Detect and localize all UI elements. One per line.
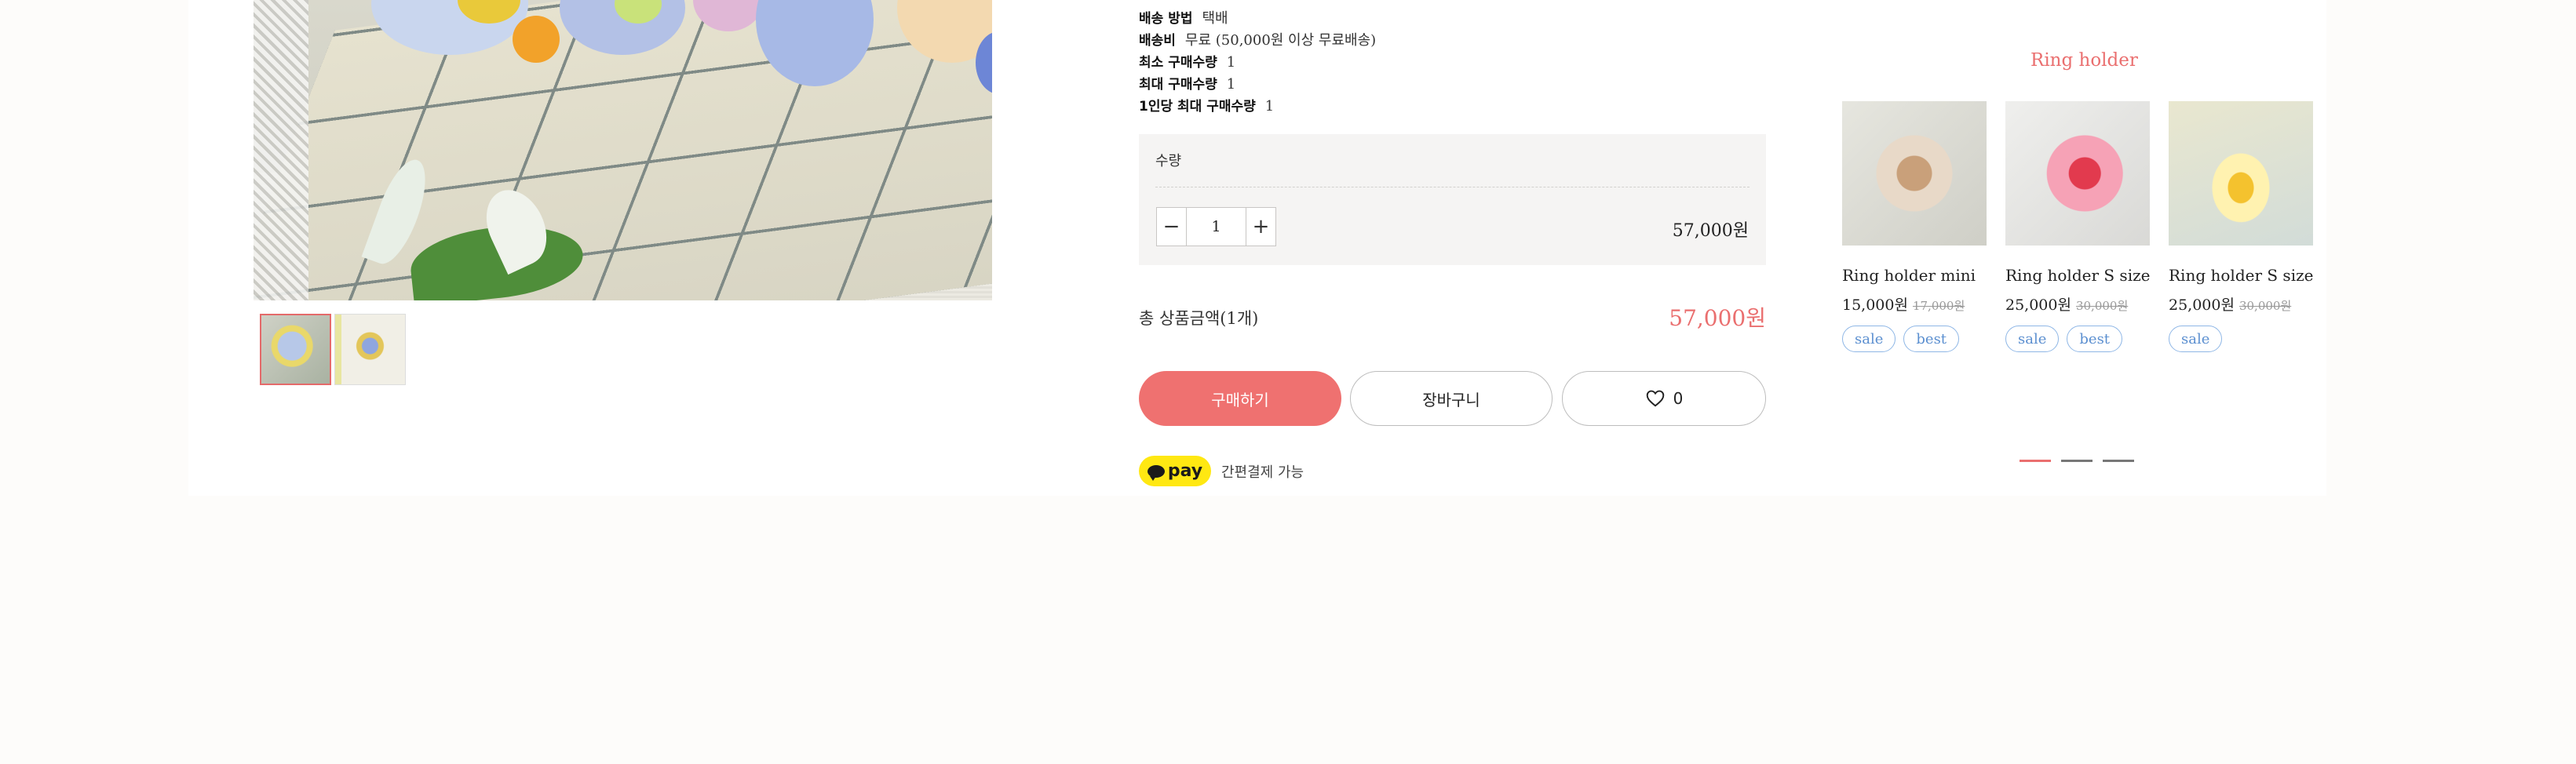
- product-main-image: [254, 0, 992, 300]
- product-original-price: 17,000원: [1912, 299, 1965, 313]
- detail-value: 1: [1226, 54, 1236, 71]
- product-prices: 25,000원 30,000원: [2169, 293, 2313, 315]
- sale-badge: sale: [1842, 326, 1896, 352]
- detail-row-per-person-max: 1인당 최대 구매수량 1: [1139, 96, 1376, 118]
- detail-row-max-quantity: 최대 구매수량 1: [1139, 74, 1376, 96]
- detail-label: 최소 구매수량: [1139, 55, 1217, 71]
- product-price: 15,000원: [1842, 297, 1908, 314]
- recommended-item[interactable]: Ring holder S size 25,000원 30,000원 sale b…: [2005, 101, 2150, 352]
- product-badges: sale best: [1842, 326, 1987, 352]
- product-image[interactable]: [2169, 101, 2313, 246]
- cart-button[interactable]: 장바구니: [1350, 371, 1553, 426]
- product-original-price: 30,000원: [2075, 299, 2129, 313]
- quantity-increase-button[interactable]: +: [1246, 208, 1275, 246]
- quantity-input[interactable]: 1: [1187, 208, 1246, 246]
- thumbnail-list: [260, 314, 406, 385]
- detail-label: 배송 방법: [1139, 11, 1193, 27]
- carousel-pagination: [2020, 460, 2134, 462]
- like-button[interactable]: 0: [1562, 371, 1766, 426]
- detail-row-min-quantity: 최소 구매수량 1: [1139, 52, 1376, 74]
- buy-button[interactable]: 구매하기: [1139, 371, 1341, 426]
- thumbnail-1[interactable]: [260, 314, 331, 385]
- product-image[interactable]: [1842, 101, 1987, 246]
- line-price: 57,000원: [1672, 221, 1749, 241]
- thumbnail-2[interactable]: [334, 314, 406, 385]
- detail-label: 최대 구매수량: [1139, 77, 1217, 93]
- chat-bubble-icon: [1147, 464, 1165, 481]
- detail-row-shipping-method: 배송 방법 택배: [1139, 8, 1376, 30]
- heart-icon: [1646, 390, 1664, 407]
- recommended-title: Ring holder: [2031, 50, 2138, 71]
- sale-badge: sale: [2005, 326, 2060, 352]
- kakao-pay-badge: pay: [1139, 456, 1211, 486]
- product-image[interactable]: [2005, 101, 2150, 246]
- detail-value: 1: [1264, 98, 1275, 115]
- product-name[interactable]: Ring holder S size: [2005, 266, 2150, 285]
- total-label: 총 상품금액(1개): [1139, 309, 1259, 328]
- quantity-box: 수량 − 1 + 57,000원: [1139, 134, 1766, 265]
- sale-badge: sale: [2169, 326, 2223, 352]
- pagination-dot-1[interactable]: [2020, 460, 2051, 462]
- total-price: 57,000원: [1669, 305, 1766, 331]
- product-badges: sale: [2169, 326, 2313, 352]
- detail-value: 무료 (50,000원 이상 무료배송): [1184, 32, 1377, 49]
- recommended-item[interactable]: Ring holder mini 15,000원 17,000원 sale bes…: [1842, 101, 1987, 352]
- pay-description: 간편결제 가능: [1221, 464, 1304, 481]
- pay-badge-label: pay: [1167, 461, 1203, 481]
- detail-value: 1: [1226, 76, 1236, 93]
- best-badge: best: [2067, 326, 2123, 352]
- best-badge: best: [1903, 326, 1960, 352]
- detail-value: 택배: [1202, 10, 1228, 27]
- like-count: 0: [1673, 389, 1684, 408]
- product-prices: 15,000원 17,000원: [1842, 293, 1987, 315]
- product-prices: 25,000원 30,000원: [2005, 293, 2150, 315]
- product-price: 25,000원: [2005, 297, 2071, 314]
- detail-label: 1인당 최대 구매수량: [1139, 99, 1256, 115]
- detail-row-shipping-fee: 배송비 무료 (50,000원 이상 무료배송): [1139, 30, 1376, 52]
- quantity-stepper: − 1 +: [1156, 207, 1276, 246]
- product-original-price: 30,000원: [2238, 299, 2292, 313]
- recommended-item[interactable]: Ring holder S size 25,000원 30,000원 sale: [2169, 101, 2313, 352]
- quantity-decrease-button[interactable]: −: [1157, 208, 1187, 246]
- pagination-dot-2[interactable]: [2061, 460, 2093, 462]
- product-name[interactable]: Ring holder mini: [1842, 266, 1987, 285]
- product-name[interactable]: Ring holder S size: [2169, 266, 2313, 285]
- detail-label: 배송비: [1139, 33, 1176, 49]
- shipping-details: 배송 방법 택배 배송비 무료 (50,000원 이상 무료배송) 최소 구매수량 1…: [1139, 8, 1376, 118]
- quantity-title: 수량: [1155, 153, 1182, 169]
- product-badges: sale best: [2005, 326, 2150, 352]
- product-price: 25,000원: [2169, 297, 2235, 314]
- pagination-dot-3[interactable]: [2103, 460, 2134, 462]
